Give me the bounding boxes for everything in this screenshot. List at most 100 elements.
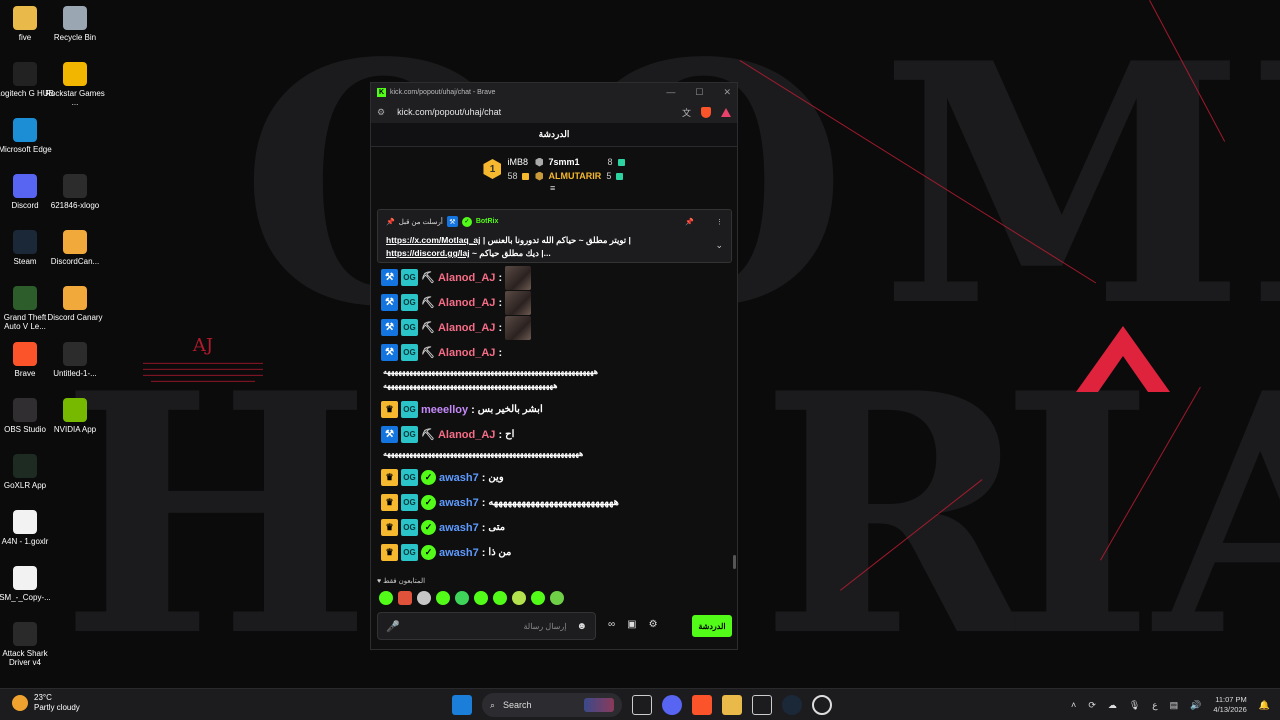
close-button[interactable]: ✕ [723,87,731,98]
desktop-icon[interactable]: 621846-xlogo [45,174,105,210]
chat-message-list[interactable]: ⚒ OG ⛏ Alanod_AJ: ⚒ OG ⛏ Alanod_AJ: ⚒ OG ⛏ Alanod_A… [371,263,737,568]
keyboard-language[interactable]: ع [1152,700,1157,711]
obs-taskbar-icon[interactable] [812,695,832,715]
chat-message[interactable]: ♛ OG ✓ awash7: وين [381,465,727,490]
steam-taskbar-icon[interactable] [782,695,802,715]
chat-message[interactable]: ♛ OG meeelloy: ابشر بالخير بس [381,397,727,422]
cloud-icon[interactable]: ☁ [1108,700,1117,711]
og-badge-icon: OG [401,469,418,486]
desktop-icon[interactable]: Attack Shark Driver v4 [0,622,55,667]
chat-username[interactable]: awash7 [439,472,479,484]
brave-rewards-icon[interactable] [721,107,731,117]
emote-icon[interactable] [474,591,488,605]
emote-icon[interactable] [550,591,564,605]
emote-icon[interactable] [512,591,526,605]
xbox-icon[interactable] [752,695,772,715]
discord-taskbar-icon[interactable] [662,695,682,715]
chat-input-placeholder[interactable]: إرسال رسالة [523,622,566,631]
leader-third-name[interactable]: ALMUTARIR [548,171,601,181]
chat-message[interactable]: ⚒ OG ⛏ Alanod_AJ: اح [381,422,727,447]
more-options-icon[interactable]: ⋮ [716,218,723,226]
desktop-icon[interactable]: SM_-_Copy-... [0,566,55,602]
send-chat-button[interactable]: الدردشة [692,615,732,637]
chat-message[interactable]: ♛ OG ✓ awash7: متى [381,515,727,540]
taskbar-search[interactable]: ⌕ Search [482,693,622,717]
chat-username[interactable]: awash7 [439,522,479,534]
window-titlebar[interactable]: K kick.com/popout/uhaj/chat - Brave — ☐ … [371,83,737,101]
gift-leaderboard[interactable]: 1 iMB8 58 7smm1 8 ALMUTARIR 5 ≡ [371,147,737,193]
desktop-icon[interactable]: Microsoft Edge [0,118,55,154]
emoji-picker-icon[interactable]: ☻ [576,621,587,632]
settings-icon[interactable]: ⚙ [649,619,658,630]
taskbar-clock[interactable]: 11:07 PM 4/13/2026 [1213,695,1246,715]
maximize-button[interactable]: ☐ [695,87,703,98]
weather-widget[interactable]: 23°C Partly cloudy [12,693,80,713]
address-bar[interactable]: ⚙ kick.com/popout/uhaj/chat 文 [371,101,737,123]
desktop-icon[interactable]: Rockstar Games ... [45,62,105,107]
chat-username[interactable]: meeelloy [421,404,468,416]
leader-second-name[interactable]: 7smm1 [548,157,579,167]
start-button-icon[interactable] [452,695,472,715]
desktop-icon[interactable]: A4N - 1.goxlr [0,510,55,546]
chat-username[interactable]: Alanod_AJ [438,322,495,334]
chat-message[interactable]: ♛ OG ✓ awash7: من ذا [381,540,727,565]
site-settings-icon[interactable]: ⚙ [377,107,385,118]
desktop-icon[interactable]: Discord Canary [45,286,105,322]
chevron-up-icon[interactable]: ˄ [1071,700,1076,710]
translate-icon[interactable]: 文 [682,106,691,119]
notification-bell-icon[interactable]: 🔔 [1259,700,1270,711]
task-view-icon[interactable] [632,695,652,715]
pinned-link-discord[interactable]: https://discord.gg/laj [386,248,470,258]
emote-icon[interactable] [398,591,412,605]
pinned-link-twitter[interactable]: https://x.com/Motlaq_aj [386,235,480,245]
network-icon[interactable]: ▤ [1170,700,1179,711]
leader-first-name[interactable]: iMB8 [507,157,528,167]
collapse-leaderboard-icon[interactable]: ≡ [550,183,555,193]
minimize-button[interactable]: — [666,87,675,98]
chat-message[interactable]: ⚒ OG ⛏ Alanod_AJ: [381,340,727,365]
chat-message[interactable]: ⚒ OG ⛏ Alanod_AJ: [381,290,727,315]
chat-message[interactable]: ♛ OG ✓ awash7: هههههههههههههههههههههههههههه [381,490,727,515]
chat-username[interactable]: Alanod_AJ [438,272,495,284]
desktop-icon[interactable]: Untitled-1-... [45,342,105,378]
url-text[interactable]: kick.com/popout/uhaj/chat [397,107,501,117]
sync-icon[interactable]: ⟳ [1088,700,1096,711]
chat-colon: : [498,296,503,309]
chat-username[interactable]: Alanod_AJ [438,429,495,441]
chat-colon: : [481,546,486,559]
discord-canary-icon [63,230,87,254]
emote-icon[interactable] [379,591,393,605]
chat-username[interactable]: awash7 [439,497,479,509]
brave-taskbar-icon[interactable] [692,695,712,715]
chat-scrollbar[interactable] [733,555,736,569]
chat-message[interactable]: ⚒ OG ⛏ Alanod_AJ: [381,315,727,340]
emote-icon[interactable] [436,591,450,605]
desktop-icon[interactable]: GoXLR App [0,454,55,490]
chat-username[interactable]: Alanod_AJ [438,297,495,309]
desktop-icon[interactable]: Recycle Bin [45,6,105,42]
subscriber-crown-icon: ♛ [381,494,398,511]
chat-input[interactable]: 🎤 إرسال رسالة ☻ [377,612,596,640]
emote-icon[interactable] [417,591,431,605]
desktop-icon[interactable]: NVIDIA App [45,398,105,434]
wallpaper-aj-title: AJ [192,335,214,356]
microphone-tray-icon[interactable]: 🎙 [1129,700,1140,711]
gift-box-icon[interactable]: ▣ [627,619,636,630]
microphone-icon[interactable]: 🎤 [386,620,400,633]
mod-badge-icon: ⚒ [381,319,398,336]
emote-icon[interactable] [531,591,545,605]
chat-username[interactable]: Alanod_AJ [438,347,495,359]
emote-icon[interactable] [455,591,469,605]
pinned-bot-name[interactable]: BotRix [476,218,499,225]
chat-username[interactable]: awash7 [439,547,479,559]
unpin-icon[interactable]: 📌 [685,218,694,226]
infinity-icon[interactable]: ∞ [608,619,615,630]
brave-shield-icon[interactable] [701,106,711,118]
volume-icon[interactable]: 🔊 [1190,700,1201,711]
chat-message[interactable]: ⚒ OG ⛏ Alanod_AJ: [381,265,727,290]
file-explorer-icon[interactable] [722,695,742,715]
emote-icon[interactable] [493,591,507,605]
desktop-icon[interactable]: DiscordCan... [45,230,105,266]
chevron-down-icon[interactable]: ⌄ [715,240,723,251]
pinned-message[interactable]: 📌 أرسلت من قبل ⚒ ✓ BotRix 📌 ⋮ https://x.… [377,209,732,263]
